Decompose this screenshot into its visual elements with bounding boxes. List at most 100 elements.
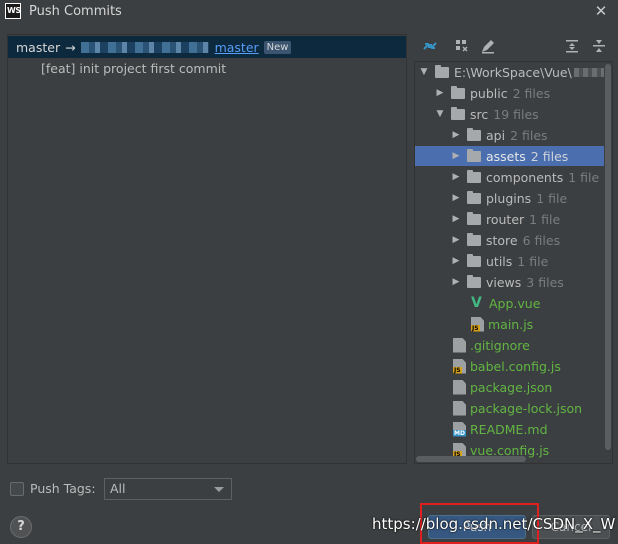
file-count: 2 files	[530, 148, 569, 164]
js-file-icon: JS	[471, 316, 484, 332]
folder-name: router	[486, 211, 525, 227]
tree-folder-components[interactable]: ▶ components 1 file	[415, 167, 612, 187]
tree-folder-public[interactable]: ▶ public 2 files	[415, 83, 612, 103]
vue-icon: V	[471, 295, 482, 311]
push-tags-option[interactable]: Push Tags:	[10, 481, 96, 496]
scrollbar-thumb[interactable]	[605, 64, 611, 450]
tree-file-package-lock[interactable]: package-lock.json	[415, 398, 612, 418]
md-file-icon: MD	[453, 421, 466, 437]
tree-root[interactable]: ▼ E:\WorkSpace\Vue\	[415, 62, 612, 82]
config-file-icon	[453, 379, 466, 395]
collapsed-arrow-icon[interactable]: ▶	[451, 256, 461, 266]
file-name: README.md	[470, 421, 548, 437]
file-count: 6 files	[522, 232, 561, 248]
folder-name: components	[486, 169, 564, 185]
folder-name: views	[486, 274, 522, 290]
commit-item[interactable]: [feat] init project first commit	[41, 61, 226, 76]
close-icon[interactable]: ✕	[592, 2, 610, 20]
tree-folder-utils[interactable]: ▶ utils 1 file	[415, 251, 612, 271]
folder-icon	[467, 127, 481, 141]
tree-folder-store[interactable]: ▶ store 6 files	[415, 230, 612, 250]
file-count: 1 file	[529, 211, 561, 227]
tree-file-app-vue[interactable]: V App.vue	[415, 293, 612, 313]
file-count: 19 files	[493, 106, 539, 122]
file-count: 2 files	[510, 127, 548, 143]
cancel-button[interactable]: Cancel	[532, 515, 610, 539]
file-name: App.vue	[489, 295, 541, 311]
file-name: babel.config.js	[470, 358, 561, 374]
redacted-remote-name	[80, 41, 209, 53]
tree-file-package-json[interactable]: package.json	[415, 377, 612, 397]
folder-name: utils	[486, 253, 513, 269]
collapsed-arrow-icon[interactable]: ▶	[451, 172, 461, 182]
tree-file-gitignore[interactable]: .gitignore	[415, 335, 612, 355]
collapse-all-icon[interactable]	[590, 37, 608, 55]
file-count: 1 file	[517, 253, 549, 269]
tree-folder-router[interactable]: ▶ router 1 file	[415, 209, 612, 229]
expanded-arrow-icon[interactable]: ▼	[419, 67, 429, 77]
group-by-icon[interactable]	[453, 37, 471, 55]
folder-icon	[435, 64, 449, 78]
collapsed-arrow-icon[interactable]: ▶	[451, 214, 461, 224]
push-tags-value: All	[110, 481, 126, 496]
collapsed-arrow-icon[interactable]: ▶	[435, 88, 445, 98]
folder-icon	[467, 253, 481, 267]
folder-icon	[467, 274, 481, 288]
collapsed-arrow-icon[interactable]: ▶	[451, 235, 461, 245]
folder-icon	[467, 232, 481, 246]
file-count: 2 files	[512, 85, 551, 101]
folder-name: store	[486, 232, 518, 248]
redacted-path	[573, 67, 604, 77]
expand-all-icon[interactable]	[563, 37, 581, 55]
tree-file-readme[interactable]: MD README.md	[415, 419, 612, 439]
tree-file-main-js[interactable]: JS main.js	[415, 314, 612, 334]
chevron-down-icon	[214, 487, 224, 492]
window-title: Push Commits	[29, 4, 122, 19]
collapse-arrows-icon[interactable]	[421, 37, 439, 55]
folder-name: assets	[486, 148, 526, 164]
expanded-arrow-icon[interactable]: ▼	[435, 109, 445, 119]
file-name: package-lock.json	[470, 400, 583, 416]
tree-folder-assets[interactable]: ▶ assets 2 files	[415, 146, 612, 166]
folder-icon	[467, 148, 481, 162]
push-tags-dropdown[interactable]: All	[104, 478, 232, 500]
push-tags-checkbox[interactable]	[10, 481, 24, 496]
tree-file-babel-config[interactable]: JS babel.config.js	[415, 356, 612, 376]
vertical-scrollbar[interactable]	[604, 62, 612, 451]
folder-name: public	[470, 85, 508, 101]
push-tags-label: Push Tags:	[30, 481, 96, 496]
file-count: 1 file	[536, 190, 568, 206]
collapsed-arrow-icon[interactable]: ▶	[451, 151, 461, 161]
collapsed-arrow-icon[interactable]: ▶	[451, 193, 461, 203]
title-bar: WS Push Commits ✕	[0, 0, 618, 24]
gitignore-file-icon	[453, 337, 466, 353]
js-file-icon: JS	[453, 358, 466, 374]
folder-icon	[467, 190, 481, 204]
new-branch-badge: New	[263, 40, 292, 54]
collapsed-arrow-icon[interactable]: ▶	[451, 130, 461, 140]
edit-pencil-icon[interactable]	[479, 37, 497, 55]
tree-folder-api[interactable]: ▶ api 2 files	[415, 125, 612, 145]
help-button[interactable]: ?	[10, 516, 32, 538]
collapsed-arrow-icon[interactable]: ▶	[451, 277, 461, 287]
root-path-label: E:\WorkSpace\Vue\	[454, 64, 572, 80]
webstorm-app-icon: WS	[5, 3, 21, 19]
file-name: main.js	[488, 316, 534, 332]
folder-icon	[467, 169, 481, 183]
folder-name: src	[470, 106, 489, 122]
push-button[interactable]: Push	[428, 515, 526, 539]
tree-folder-views[interactable]: ▶ views 3 files	[415, 272, 612, 292]
file-name: .gitignore	[470, 337, 530, 353]
folder-icon	[451, 85, 465, 99]
remote-branch-link[interactable]: master	[215, 40, 259, 55]
file-count: 3 files	[526, 274, 564, 290]
folder-name: api	[486, 127, 506, 143]
local-branch-label: master	[16, 39, 61, 55]
tree-folder-src[interactable]: ▼ src 19 files	[415, 104, 612, 124]
changed-files-tree: ▼ E:\WorkSpace\Vue\ ▶ public 2 files ▼ s…	[414, 61, 613, 464]
tree-folder-plugins[interactable]: ▶ plugins 1 file	[415, 188, 612, 208]
config-file-icon	[453, 400, 466, 416]
arrow-right-icon: →	[65, 39, 76, 55]
branch-mapping-row[interactable]: master → master New	[8, 36, 406, 58]
horizontal-scrollbar[interactable]	[416, 456, 526, 462]
